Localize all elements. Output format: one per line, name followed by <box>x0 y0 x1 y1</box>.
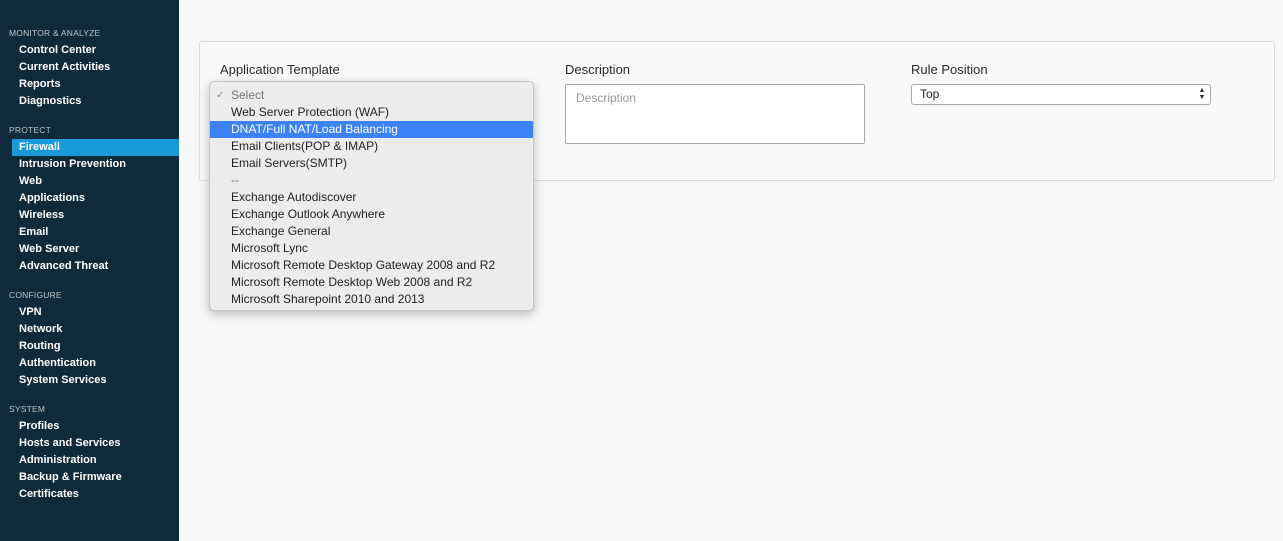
application-template-label: Application Template <box>220 62 340 77</box>
sidebar-item-profiles[interactable]: Profiles <box>0 418 179 435</box>
dropdown-option[interactable]: Exchange General <box>210 223 533 240</box>
sidebar-item-applications[interactable]: Applications <box>0 190 179 207</box>
nav-group-protect: PROTECT Firewall Intrusion Prevention We… <box>0 125 179 275</box>
sidebar-item-control-center[interactable]: Control Center <box>0 42 179 59</box>
sidebar-item-hosts-and-services[interactable]: Hosts and Services <box>0 435 179 452</box>
dropdown-option[interactable]: Exchange Outlook Anywhere <box>210 206 533 223</box>
sidebar-item-system-services[interactable]: System Services <box>0 372 179 389</box>
sidebar-item-advanced-threat[interactable]: Advanced Threat <box>0 258 179 275</box>
sidebar-item-web-server[interactable]: Web Server <box>0 241 179 258</box>
sidebar-item-authentication[interactable]: Authentication <box>0 355 179 372</box>
rule-position-value: Top <box>920 87 940 101</box>
nav-group-system: SYSTEM Profiles Hosts and Services Admin… <box>0 404 179 503</box>
description-textarea[interactable]: Description <box>565 84 865 144</box>
description-label: Description <box>565 62 631 77</box>
sidebar-item-web[interactable]: Web <box>0 173 179 190</box>
sidebar-item-diagnostics[interactable]: Diagnostics <box>0 93 179 110</box>
rule-position-select[interactable]: Top ▲ ▼ <box>911 84 1211 105</box>
dropdown-option[interactable]: Microsoft Lync <box>210 240 533 257</box>
dropdown-option-highlighted[interactable]: DNAT/Full NAT/Load Balancing <box>210 121 533 138</box>
sidebar-item-reports[interactable]: Reports <box>0 76 179 93</box>
dropdown-option[interactable]: Microsoft Sharepoint 2010 and 2013 <box>210 291 533 308</box>
dropdown-option-select[interactable]: ✓ Select <box>210 87 533 104</box>
nav-heading: PROTECT <box>9 125 52 135</box>
sidebar-item-certificates[interactable]: Certificates <box>0 486 179 503</box>
nav-heading: MONITOR & ANALYZE <box>9 28 101 38</box>
sidebar-item-firewall[interactable]: Firewall <box>12 139 179 156</box>
sidebar-item-administration[interactable]: Administration <box>0 452 179 469</box>
sidebar: MONITOR & ANALYZE Control Center Current… <box>0 0 179 541</box>
sidebar-item-email[interactable]: Email <box>0 224 179 241</box>
nav-heading: CONFIGURE <box>9 290 62 300</box>
sidebar-item-intrusion-prevention[interactable]: Intrusion Prevention <box>0 156 179 173</box>
checkmark-icon: ✓ <box>216 90 225 101</box>
sidebar-item-backup-firmware[interactable]: Backup & Firmware <box>0 469 179 486</box>
nav-group-configure: CONFIGURE VPN Network Routing Authentica… <box>0 290 179 389</box>
select-arrows-icon: ▲ ▼ <box>1198 87 1206 101</box>
dropdown-option[interactable]: Email Clients(POP & IMAP) <box>210 138 533 155</box>
sidebar-item-current-activities[interactable]: Current Activities <box>0 59 179 76</box>
dropdown-option[interactable]: Email Servers(SMTP) <box>210 155 533 172</box>
dropdown-separator: -- <box>231 173 239 187</box>
rule-position-label: Rule Position <box>911 62 988 77</box>
dropdown-option[interactable]: Microsoft Remote Desktop Web 2008 and R2 <box>210 274 533 291</box>
dropdown-option[interactable]: Microsoft Remote Desktop Gateway 2008 an… <box>210 257 533 274</box>
sidebar-item-network[interactable]: Network <box>0 321 179 338</box>
dropdown-option[interactable]: Web Server Protection (WAF) <box>210 104 533 121</box>
option-label: Select <box>231 88 265 102</box>
nav-heading: SYSTEM <box>9 404 46 414</box>
nav-group-monitor: MONITOR & ANALYZE Control Center Current… <box>0 28 179 110</box>
application-template-dropdown[interactable]: ✓ Select Web Server Protection (WAF) DNA… <box>209 81 534 311</box>
sidebar-item-routing[interactable]: Routing <box>0 338 179 355</box>
dropdown-option[interactable]: Exchange Autodiscover <box>210 189 533 206</box>
sidebar-item-wireless[interactable]: Wireless <box>0 207 179 224</box>
sidebar-item-vpn[interactable]: VPN <box>0 304 179 321</box>
